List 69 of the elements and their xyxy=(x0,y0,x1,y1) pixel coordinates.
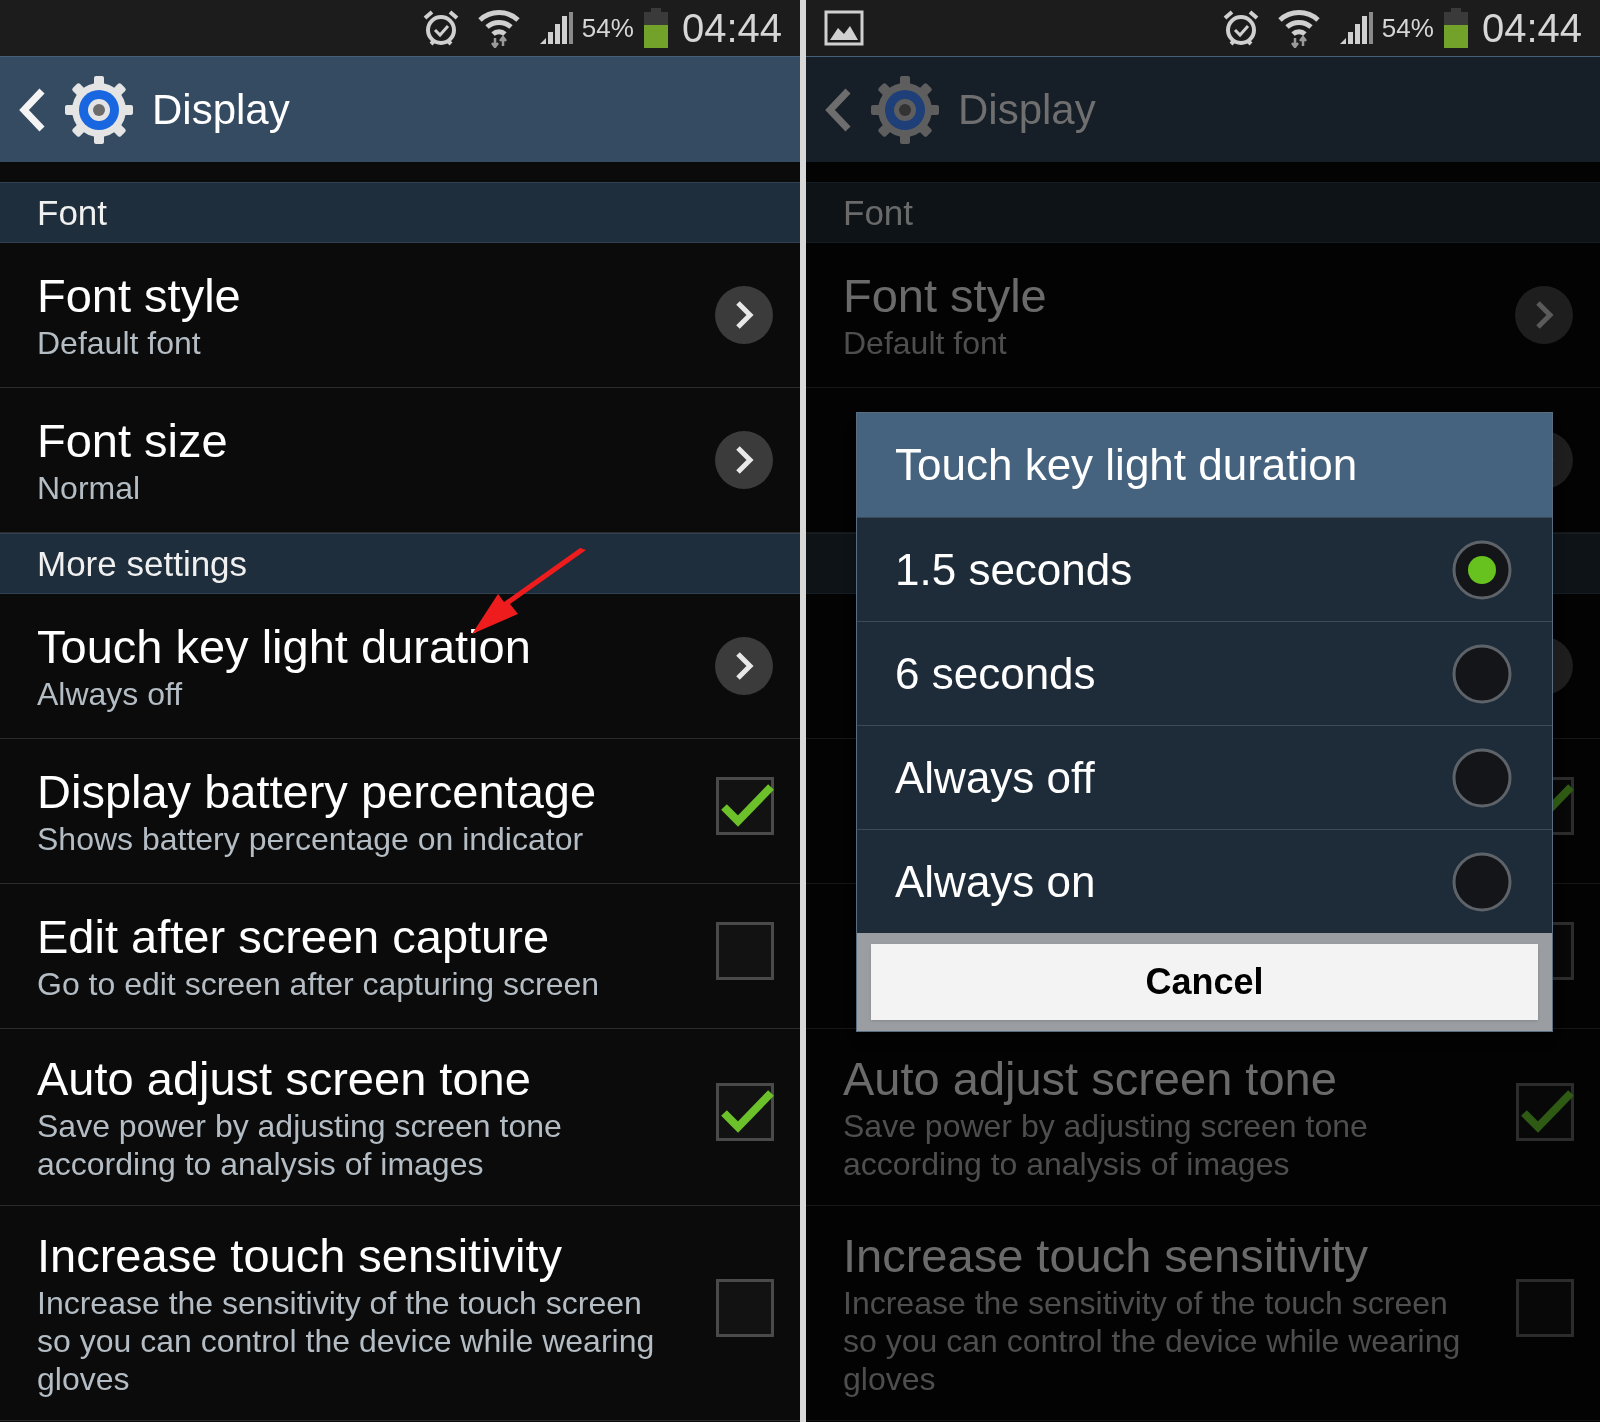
setting-title: Auto adjust screen tone xyxy=(843,1051,1338,1107)
radio-button[interactable] xyxy=(1452,851,1512,912)
setting-title: Font style xyxy=(843,268,1048,324)
setting-title: Display battery percentage xyxy=(37,764,598,820)
setting-description: Default font xyxy=(37,324,202,362)
setting-description: Go to edit screen after capturing screen xyxy=(37,965,601,1003)
option-label: 1.5 seconds xyxy=(895,547,1134,592)
setting-description: Save power by adjusting screen tone according to analysis of images xyxy=(37,1107,563,1183)
settings-row[interactable]: Edit after screen capture Go to edit screen after capturing screen xyxy=(0,884,800,1029)
settings-row[interactable]: Increase touch sensitivity Increase the sensitivity of the touch screen so you can control the device while wearing gloves xyxy=(0,1206,800,1421)
setting-title: Font size xyxy=(37,413,229,469)
battery-icon xyxy=(641,8,670,48)
screen-title: Display xyxy=(152,88,290,131)
settings-row[interactable]: Increase touch sensitivity Increase the sensitivity of the touch screen so you can control the device while wearing gloves xyxy=(806,1206,1600,1421)
settings-row[interactable]: Display battery percentage Shows battery percentage on indicator xyxy=(0,739,800,884)
checkbox[interactable] xyxy=(1516,1279,1574,1337)
section-header: More settings xyxy=(37,546,248,581)
option-label: 6 seconds xyxy=(895,651,1097,696)
setting-description: Always off xyxy=(37,675,184,713)
screen-title: Display xyxy=(958,88,1096,131)
setting-title: Auto adjust screen tone xyxy=(37,1051,532,1107)
radio-option[interactable]: Always off xyxy=(857,725,1552,829)
setting-title: Edit after screen capture xyxy=(37,909,551,965)
radio-option[interactable]: 6 seconds xyxy=(857,621,1552,725)
cancel-button[interactable]: Cancel xyxy=(871,944,1538,1020)
picture-notification-icon xyxy=(824,10,864,46)
radio-button[interactable] xyxy=(1452,643,1512,704)
radio-option[interactable]: 1.5 seconds xyxy=(857,517,1552,621)
settings-icon xyxy=(64,74,134,145)
checkbox[interactable] xyxy=(716,922,774,980)
battery-percentage: 54% xyxy=(581,15,634,41)
clock-time: 04:44 xyxy=(681,8,782,48)
checked-checkbox[interactable] xyxy=(716,1083,774,1141)
section-header: Font xyxy=(37,195,108,230)
checked-checkbox[interactable] xyxy=(1516,1083,1574,1141)
radio-option[interactable]: Always on xyxy=(857,829,1552,933)
setting-title: Font style xyxy=(37,268,242,324)
clock-time: 04:44 xyxy=(1481,8,1582,48)
alarm-icon xyxy=(1221,9,1260,47)
setting-description: Increase the sensitivity of the touch screen so you can control the device while wearing gloves xyxy=(843,1284,1462,1398)
setting-description: Increase the sensitivity of the touch screen so you can control the device while wearing gloves xyxy=(37,1284,656,1398)
chevron-icon xyxy=(1514,285,1574,345)
setting-description: Save power by adjusting screen tone according to analysis of images xyxy=(843,1107,1369,1183)
alarm-icon xyxy=(421,9,460,47)
battery-percentage: 54% xyxy=(1381,15,1434,41)
radio-button[interactable] xyxy=(1452,747,1512,808)
settings-row[interactable]: Font style Default font xyxy=(0,243,800,388)
dialog-title: Touch key light duration xyxy=(895,443,1358,487)
setting-title: Increase touch sensitivity xyxy=(843,1228,1370,1284)
settings-icon xyxy=(870,74,940,145)
checked-checkbox[interactable] xyxy=(716,777,774,835)
section-header: Font xyxy=(843,195,914,230)
chevron-icon xyxy=(714,636,774,696)
settings-row[interactable]: Auto adjust screen tone Save power by adjusting screen tone according to analysis of images xyxy=(0,1029,800,1206)
chevron-icon xyxy=(714,285,774,345)
wifi-icon xyxy=(477,8,520,48)
option-label: Always on xyxy=(895,859,1097,904)
setting-title: Touch key light duration xyxy=(37,619,532,675)
chevron-icon xyxy=(714,430,774,490)
setting-description: Normal xyxy=(37,469,142,507)
wifi-icon xyxy=(1277,8,1320,48)
setting-description: Shows battery percentage on indicator xyxy=(37,820,585,858)
battery-icon xyxy=(1441,8,1470,48)
setting-title: Increase touch sensitivity xyxy=(37,1228,564,1284)
option-label: Always off xyxy=(895,755,1096,800)
setting-description: Default font xyxy=(843,324,1008,362)
settings-row[interactable]: Font style Default font xyxy=(806,243,1600,388)
checkbox[interactable] xyxy=(716,1279,774,1337)
selected-radio-button[interactable] xyxy=(1452,539,1512,600)
